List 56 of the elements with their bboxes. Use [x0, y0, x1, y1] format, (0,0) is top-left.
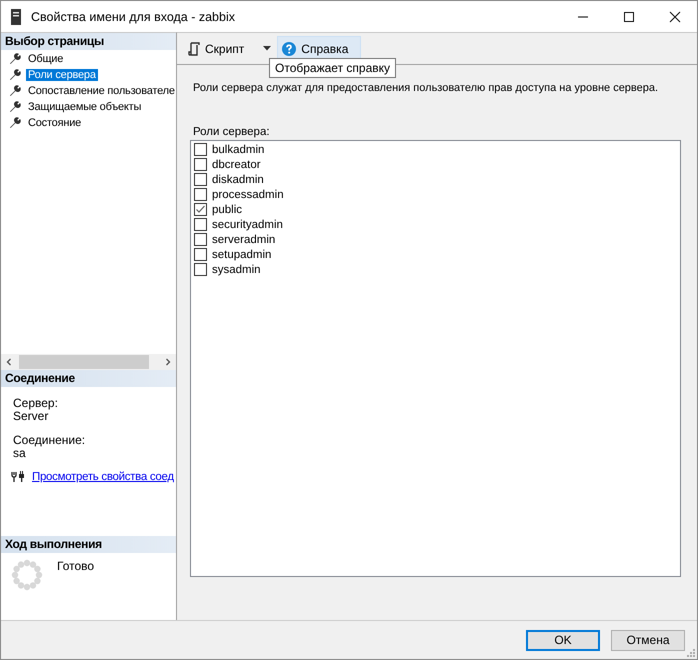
section-header: Ход выполнения: [1, 536, 176, 553]
page-item[interactable]: Сопоставление пользователе: [26, 85, 176, 97]
connection-icon: [11, 471, 25, 483]
page-item[interactable]: Общие: [26, 53, 66, 65]
scroll-right-icon[interactable]: [164, 358, 172, 366]
wrench-icon: [9, 101, 21, 113]
caret-icon[interactable]: [263, 46, 272, 51]
checkbox[interactable]: [194, 263, 207, 276]
description-text: Роли сервера служат для предоставления пользователю прав доступа на уровне сервера.: [193, 82, 660, 94]
page-item[interactable]: Роли сервера: [26, 69, 98, 81]
tooltip: Отображает справку: [269, 58, 396, 78]
roles-label: Роли сервера:: [193, 126, 271, 138]
ok-button[interactable]: OK: [526, 630, 600, 650]
role-name: sysadmin: [212, 264, 261, 276]
page-item[interactable]: Защищаемые объекты: [26, 101, 144, 113]
checkbox[interactable]: [194, 218, 207, 231]
wrench-icon: [9, 69, 21, 81]
checkbox[interactable]: [194, 173, 207, 186]
checkbox[interactable]: [194, 188, 207, 201]
help-icon: [282, 42, 296, 56]
window-title: Свойства имени для входа - zabbix: [31, 10, 235, 24]
close-icon[interactable]: [669, 10, 681, 22]
wrench-icon: [9, 117, 21, 129]
section-header: Соединение: [1, 370, 176, 387]
horizontal-scrollbar[interactable]: [1, 354, 176, 370]
role-name: diskadmin: [212, 174, 264, 186]
role-name: setupadmin: [212, 248, 272, 260]
checkbox[interactable]: [194, 143, 207, 156]
scroll-left-icon[interactable]: [5, 358, 13, 366]
wrench-icon: [9, 85, 21, 97]
field-label: Сервер:: [13, 397, 59, 410]
checkbox[interactable]: [194, 203, 207, 216]
role-name: serveradmin: [212, 234, 276, 246]
field-value: Server: [13, 410, 48, 423]
progress-spinner-icon: [11, 559, 43, 591]
progress-status: Готово: [57, 559, 94, 573]
section-header: Выбор страницы: [1, 33, 176, 50]
role-name: public: [212, 204, 242, 216]
role-name: bulkadmin: [212, 144, 264, 156]
wrench-icon: [9, 53, 21, 65]
script-button[interactable]: Скрипт: [183, 36, 250, 62]
cancel-button[interactable]: Отмена: [611, 630, 685, 650]
server-icon: [11, 8, 21, 24]
maximize-icon[interactable]: [623, 10, 635, 22]
role-name: securityadmin: [212, 218, 283, 230]
role-name: dbcreator: [212, 158, 261, 170]
checkbox[interactable]: [194, 158, 207, 171]
view-connection-link[interactable]: Просмотреть свойства соед: [32, 471, 174, 483]
script-icon: [188, 42, 200, 56]
checkbox[interactable]: [194, 233, 207, 246]
field-value: sa: [13, 447, 26, 460]
field-label: Соединение:: [13, 434, 86, 447]
role-name: processadmin: [212, 188, 284, 200]
checkbox[interactable]: [194, 248, 207, 261]
page-item[interactable]: Состояние: [26, 117, 84, 129]
resize-grip-icon[interactable]: [687, 649, 695, 657]
